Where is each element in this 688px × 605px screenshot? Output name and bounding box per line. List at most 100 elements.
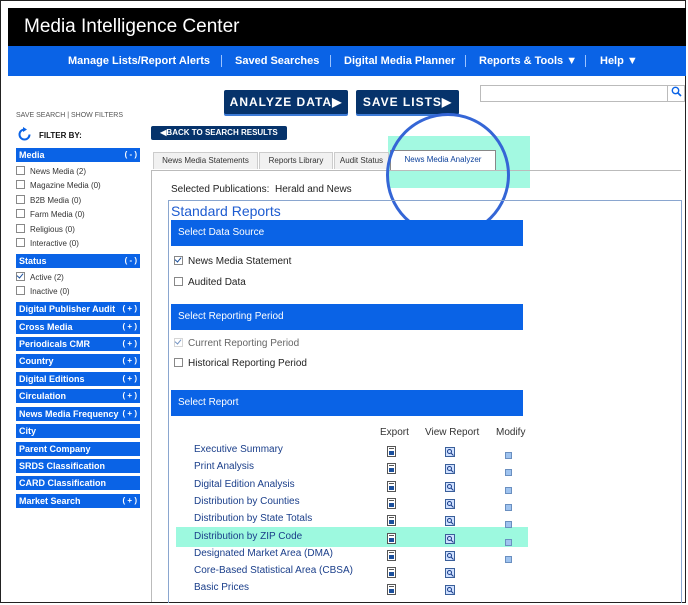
nav-reports-tools[interactable]: Reports & Tools ▼ bbox=[479, 46, 577, 76]
expand-toggle[interactable]: ( + ) bbox=[123, 302, 137, 316]
filter-option-news-media[interactable]: News Media (2) bbox=[16, 166, 86, 178]
checkbox-checked[interactable] bbox=[16, 272, 25, 282]
report-name[interactable]: Designated Market Area (DMA) bbox=[194, 547, 333, 561]
report-name[interactable]: Print Analysis bbox=[194, 460, 254, 474]
view-report-icon[interactable] bbox=[445, 513, 455, 527]
export-icon[interactable] bbox=[387, 444, 396, 457]
back-to-search-results-button[interactable]: ◀BACK TO SEARCH RESULTS bbox=[151, 126, 287, 140]
nav-manage-lists[interactable]: Manage Lists/Report Alerts bbox=[68, 46, 210, 76]
filter-market-search[interactable]: Market Search ( + ) bbox=[16, 494, 140, 508]
filter-media-header[interactable]: Media ( - ) bbox=[16, 148, 140, 162]
filter-card-classification[interactable]: CARD Classification bbox=[16, 476, 140, 490]
filter-periodicals-cmr[interactable]: Periodicals CMR ( + ) bbox=[16, 337, 140, 351]
checkbox[interactable] bbox=[174, 276, 183, 286]
show-filters-link[interactable]: SHOW FILTERS bbox=[71, 112, 123, 119]
filter-option-inactive[interactable]: Inactive (0) bbox=[16, 286, 70, 298]
filter-srds-classification[interactable]: SRDS Classification bbox=[16, 459, 140, 473]
filter-option-active[interactable]: Active (2) bbox=[16, 272, 64, 284]
filter-digital-editions[interactable]: Digital Editions ( + ) bbox=[16, 372, 140, 386]
filter-cross-media[interactable]: Cross Media ( + ) bbox=[16, 320, 140, 334]
analyze-data-button[interactable]: ANALYZE DATA▶ bbox=[224, 90, 348, 114]
collapse-toggle[interactable]: ( - ) bbox=[125, 254, 137, 268]
checkbox-checked[interactable] bbox=[174, 255, 183, 265]
filter-status-label: Status bbox=[19, 256, 47, 266]
tab-audit-status[interactable]: Audit Status bbox=[334, 152, 389, 169]
modify-icon[interactable] bbox=[505, 463, 512, 477]
view-report-icon[interactable] bbox=[445, 496, 455, 509]
view-report-icon[interactable] bbox=[445, 444, 455, 457]
filter-city[interactable]: City bbox=[16, 424, 140, 438]
export-icon[interactable] bbox=[387, 496, 396, 509]
filter-country[interactable]: Country ( + ) bbox=[16, 354, 140, 368]
refresh-icon[interactable] bbox=[17, 127, 32, 147]
view-report-icon[interactable] bbox=[445, 548, 455, 561]
view-report-icon[interactable] bbox=[445, 531, 455, 544]
modify-icon[interactable] bbox=[505, 550, 512, 563]
modify-icon[interactable] bbox=[505, 446, 512, 459]
checkbox[interactable] bbox=[16, 238, 25, 248]
option-audited-data[interactable]: Audited Data bbox=[174, 276, 246, 290]
search-input[interactable] bbox=[480, 85, 668, 102]
expand-toggle[interactable]: ( + ) bbox=[123, 407, 137, 421]
filter-media-label: Media bbox=[19, 150, 45, 160]
export-icon[interactable] bbox=[387, 548, 396, 561]
checkbox[interactable] bbox=[16, 195, 25, 205]
view-report-icon[interactable] bbox=[445, 461, 455, 475]
modify-icon[interactable] bbox=[505, 533, 512, 546]
save-search-link[interactable]: SAVE SEARCH bbox=[16, 112, 65, 119]
view-report-icon[interactable] bbox=[445, 565, 455, 579]
filter-circulation[interactable]: Circulation ( + ) bbox=[16, 389, 140, 403]
report-name[interactable]: Distribution by Counties bbox=[194, 495, 300, 509]
save-lists-button[interactable]: SAVE LISTS▶ bbox=[356, 90, 459, 114]
modify-icon[interactable] bbox=[505, 498, 512, 511]
report-name[interactable]: Distribution by State Totals bbox=[194, 512, 312, 526]
export-icon[interactable] bbox=[387, 531, 396, 544]
expand-toggle[interactable]: ( + ) bbox=[123, 372, 137, 386]
option-news-media-statement[interactable]: News Media Statement bbox=[174, 255, 291, 269]
collapse-toggle[interactable]: ( - ) bbox=[125, 148, 137, 162]
report-name[interactable]: Distribution by ZIP Code bbox=[194, 530, 302, 544]
expand-toggle[interactable]: ( + ) bbox=[123, 320, 137, 334]
checkbox[interactable] bbox=[16, 166, 25, 176]
filter-option-interactive[interactable]: Interactive (0) bbox=[16, 238, 79, 250]
filter-parent-company[interactable]: Parent Company bbox=[16, 442, 140, 456]
filter-option-farm-media[interactable]: Farm Media (0) bbox=[16, 209, 85, 221]
modify-icon[interactable] bbox=[505, 515, 512, 529]
checkbox[interactable] bbox=[174, 357, 183, 367]
expand-toggle[interactable]: ( + ) bbox=[123, 389, 137, 403]
export-icon[interactable] bbox=[387, 479, 396, 492]
export-icon[interactable] bbox=[387, 513, 396, 527]
view-report-icon[interactable] bbox=[445, 582, 455, 596]
report-name[interactable]: Core-Based Statistical Area (CBSA) bbox=[194, 564, 353, 578]
expand-toggle[interactable]: ( + ) bbox=[123, 337, 137, 351]
expand-toggle[interactable]: ( + ) bbox=[123, 354, 137, 368]
report-name[interactable]: Basic Prices bbox=[194, 581, 249, 595]
report-name[interactable]: Executive Summary bbox=[194, 443, 283, 457]
report-name[interactable]: Digital Edition Analysis bbox=[194, 478, 295, 492]
option-historical-reporting-period[interactable]: Historical Reporting Period bbox=[174, 357, 307, 371]
filter-option-religious[interactable]: Religious (0) bbox=[16, 224, 75, 236]
selected-publications: Selected Publications: Herald and News bbox=[171, 184, 352, 195]
filter-news-media-frequency[interactable]: News Media Frequency ( + ) bbox=[16, 407, 140, 421]
export-icon[interactable] bbox=[387, 582, 396, 596]
nav-saved-searches[interactable]: Saved Searches bbox=[235, 46, 319, 76]
expand-toggle[interactable]: ( + ) bbox=[123, 494, 137, 508]
filter-option-magazine-media[interactable]: Magazine Media (0) bbox=[16, 180, 101, 192]
export-icon[interactable] bbox=[387, 461, 396, 475]
top-nav: Manage Lists/Report Alerts Saved Searche… bbox=[8, 46, 686, 76]
search-icon[interactable] bbox=[668, 85, 685, 102]
checkbox[interactable] bbox=[16, 224, 25, 234]
checkbox[interactable] bbox=[16, 180, 25, 190]
tab-news-media-statements[interactable]: News Media Statements bbox=[153, 152, 258, 169]
filter-digital-publisher-audit[interactable]: Digital Publisher Audit ( + ) bbox=[16, 302, 140, 316]
filter-option-b2b-media[interactable]: B2B Media (0) bbox=[16, 195, 81, 207]
nav-digital-media-planner[interactable]: Digital Media Planner bbox=[344, 46, 455, 76]
export-icon[interactable] bbox=[387, 565, 396, 579]
checkbox[interactable] bbox=[16, 286, 25, 296]
nav-help[interactable]: Help ▼ bbox=[600, 46, 638, 76]
filter-status-header[interactable]: Status ( - ) bbox=[16, 254, 140, 268]
checkbox[interactable] bbox=[16, 209, 25, 219]
modify-icon[interactable] bbox=[505, 481, 512, 494]
view-report-icon[interactable] bbox=[445, 479, 455, 492]
tab-reports-library[interactable]: Reports Library bbox=[259, 152, 333, 169]
